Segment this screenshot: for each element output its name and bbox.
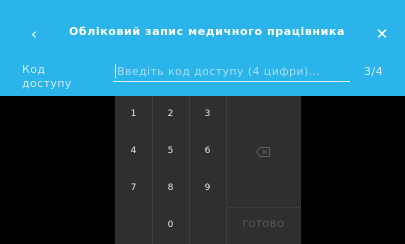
key-9[interactable]: 9: [189, 170, 226, 207]
close-icon: ✕: [375, 25, 389, 43]
key-2[interactable]: 2: [152, 96, 189, 133]
numeric-keypad: 1 2 3 4 5 6 7 8 9 0 ГОТОВО: [115, 96, 301, 244]
access-code-input[interactable]: [113, 62, 350, 82]
key-0[interactable]: 0: [152, 207, 189, 244]
done-button[interactable]: ГОТОВО: [226, 207, 301, 244]
access-code-label: Код доступу: [22, 63, 72, 90]
page-title: Обліковий запис медичного працівника: [68, 25, 346, 38]
step-counter: 3/4: [364, 65, 384, 78]
backspace-icon: [256, 147, 270, 157]
text-cursor: [115, 64, 116, 78]
key-3[interactable]: 3: [189, 96, 226, 133]
chevron-left-icon: ‹: [31, 25, 37, 43]
key-6[interactable]: 6: [189, 133, 226, 170]
close-button[interactable]: ✕: [370, 22, 394, 46]
backspace-button[interactable]: [226, 96, 301, 207]
screen: ‹ Обліковий запис медичного працівника ✕…: [0, 0, 405, 244]
back-button[interactable]: ‹: [22, 22, 46, 46]
key-7[interactable]: 7: [115, 170, 152, 207]
key-1[interactable]: 1: [115, 96, 152, 133]
key-8[interactable]: 8: [152, 170, 189, 207]
key-5[interactable]: 5: [152, 133, 189, 170]
header: ‹ Обліковий запис медичного працівника ✕…: [0, 0, 405, 96]
key-4[interactable]: 4: [115, 133, 152, 170]
